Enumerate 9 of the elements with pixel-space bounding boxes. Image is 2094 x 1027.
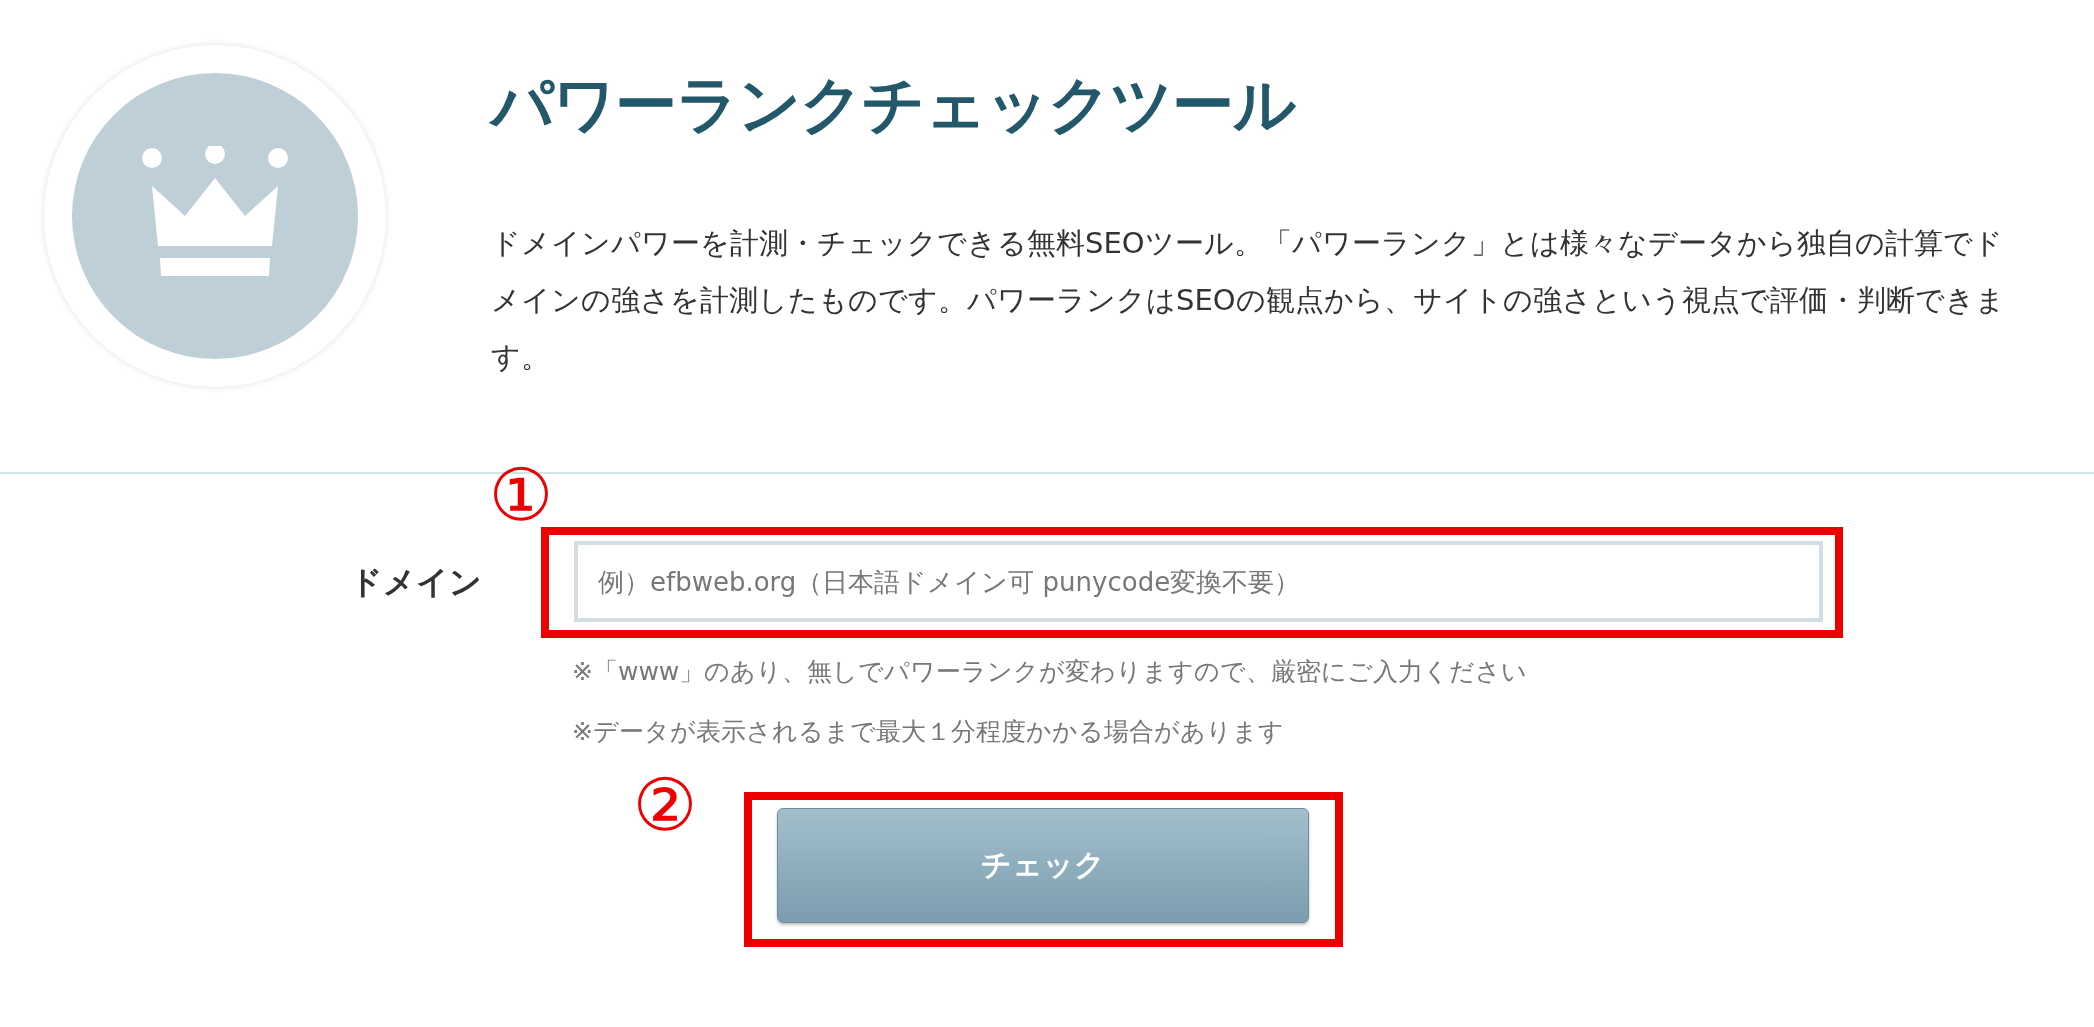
domain-label: ドメイン (350, 561, 483, 603)
description-text: ドメインパワーを計測・チェックできる無料SEOツール。「パワーランク」とは様々なデータから独自の計算でドメインの強さを計測したものです。パワーランクはSEOの観点から、サイトの強さという視点で評価・判断できます。 (491, 225, 2006, 376)
check-button[interactable]: チェック (777, 808, 1309, 923)
step-number: ② (631, 765, 699, 845)
note-text: ※「www」のあり、無しでパワーランクが変わりますので、厳密にご入力ください (572, 656, 1529, 688)
step-number: ① (487, 455, 555, 535)
domain-input-field[interactable]: 例）efbweb.org（日本語ドメイン可 punycode変換不要） (574, 541, 1823, 622)
note-text: ※データが表示されるまで最大１分程度かかる場合があります (572, 716, 1285, 748)
page-title: パワーランクチェックツール (491, 67, 1297, 143)
